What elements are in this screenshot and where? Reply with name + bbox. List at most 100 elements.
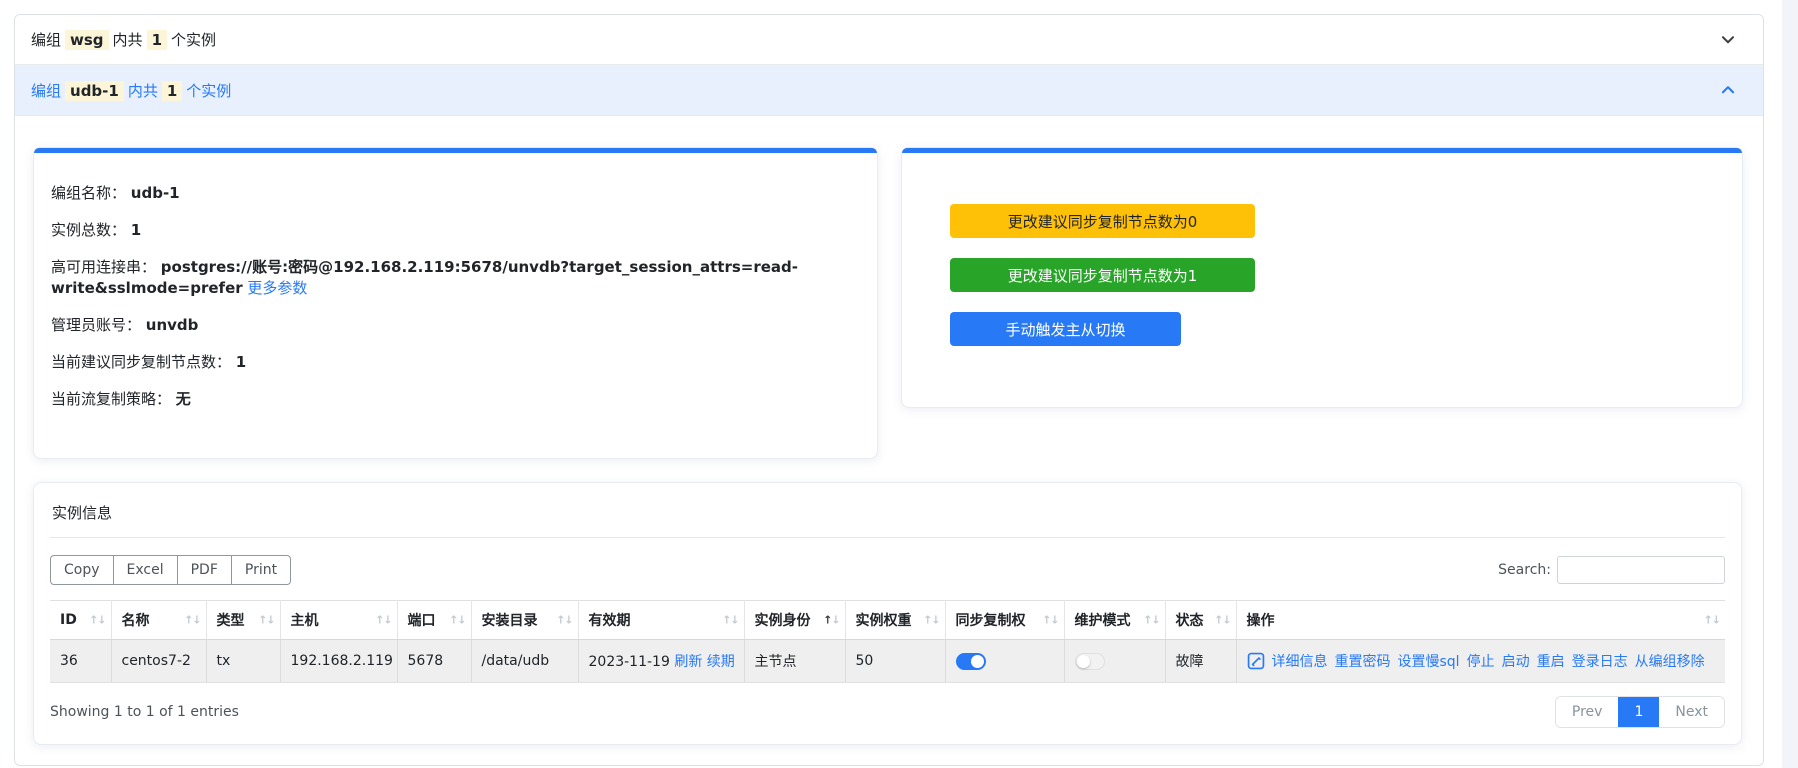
cell-role: 主节点 <box>744 639 846 683</box>
group-info-card: 编组名称： udb-1 实例总数： 1 高可用连接串： postgres://账… <box>33 147 878 459</box>
accordion-item-udb-1[interactable]: 编组 udb-1 内共 1 个实例 <box>15 65 1763 116</box>
group-name-highlight: udb-1 <box>65 80 124 101</box>
cell-install-dir: /data/udb <box>471 639 579 683</box>
accordion-item-wsg[interactable]: 编组 wsg 内共 1 个实例 <box>15 15 1763 65</box>
cell-host: 192.168.2.119 <box>280 639 398 683</box>
group-accordion: 编组 wsg 内共 1 个实例 编组 udb-1 内共 1 个实例 编组名称： udb- <box>14 14 1764 766</box>
sort-arrows-icon[interactable]: ↑↓ <box>1042 614 1059 627</box>
sort-arrows-icon[interactable]: ↑↓ <box>556 614 573 627</box>
field-ha-connection-string: 高可用连接串： postgres://账号:密码@192.168.2.119:5… <box>51 257 855 299</box>
maintenance-mode-toggle[interactable] <box>1074 652 1105 670</box>
expiry-date: 2023-11-19 <box>588 654 670 670</box>
column-header[interactable]: 有效期 ↑↓ <box>578 600 745 640</box>
set-sync-nodes-1-button[interactable]: 更改建议同步复制节点数为1 <box>950 258 1255 292</box>
field-label: 管理员账号： <box>51 316 142 334</box>
column-header[interactable]: 操作 ↑↓ <box>1236 600 1725 640</box>
cell-weight: 50 <box>845 639 946 683</box>
refresh-link[interactable]: 刷新 <box>674 654 702 670</box>
column-header[interactable]: 维护模式 ↑↓ <box>1064 600 1166 640</box>
field-value: 1 <box>235 353 247 371</box>
cell-type: tx <box>206 639 281 683</box>
column-header[interactable]: ID ↑↓ <box>50 600 112 640</box>
row-action-link[interactable]: 停止 <box>1467 651 1495 671</box>
instance-info-title: 实例信息 <box>52 504 113 522</box>
cell-actions: 详细信息 重置密码 设置慢sql 停止 启动 重启 登录日志 从编组移除 <box>1236 639 1725 683</box>
sort-arrows-icon[interactable]: ↑↓ <box>89 614 106 627</box>
search-input[interactable] <box>1557 556 1725 584</box>
column-header[interactable]: 实例权重 ↑↓ <box>845 600 946 640</box>
excel-button[interactable]: Excel <box>112 555 178 585</box>
manual-failover-button[interactable]: 手动触发主从切换 <box>950 312 1181 346</box>
group-middle-label: 内共 <box>127 81 158 100</box>
group-middle-label: 内共 <box>112 31 143 49</box>
table-row: 36 centos7-2 tx 192.168.2.119 5678 /data… <box>50 639 1725 683</box>
set-sync-nodes-0-button[interactable]: 更改建议同步复制节点数为0 <box>950 204 1255 238</box>
row-action-link[interactable]: 详细信息 <box>1272 651 1328 671</box>
row-action-link[interactable]: 启动 <box>1502 651 1530 671</box>
sort-arrows-icon[interactable]: ↑↓ <box>375 614 392 627</box>
row-action-link[interactable]: 登录日志 <box>1572 651 1628 671</box>
search-label: Search: <box>1498 562 1551 578</box>
field-stream-replication-policy: 当前流复制策略： 无 <box>51 389 855 410</box>
column-header[interactable]: 类型 ↑↓ <box>206 600 281 640</box>
column-header[interactable]: 实例身份 ↑↓ <box>744 600 846 640</box>
cell-port: 5678 <box>397 639 472 683</box>
field-value: unvdb <box>145 316 199 334</box>
field-value: 1 <box>130 221 142 239</box>
divider <box>50 537 1725 538</box>
group-name-highlight: wsg <box>65 30 109 50</box>
row-action-link[interactable]: 设置慢sql <box>1398 651 1460 671</box>
edit-icon[interactable] <box>1247 652 1265 670</box>
cell-id: 36 <box>50 639 112 683</box>
group-suffix-label: 个实例 <box>171 31 217 49</box>
field-label: 当前流复制策略： <box>51 390 172 408</box>
field-group-name: 编组名称： udb-1 <box>51 183 855 204</box>
row-action-link[interactable]: 重置密码 <box>1335 651 1391 671</box>
column-header[interactable]: 状态 ↑↓ <box>1165 600 1237 640</box>
copy-button[interactable]: Copy <box>50 555 114 585</box>
page-1-button[interactable]: 1 <box>1618 697 1660 727</box>
column-header[interactable]: 主机 ↑↓ <box>280 600 398 640</box>
sort-arrows-icon[interactable]: ↑↓ <box>1704 614 1721 627</box>
sort-arrows-icon[interactable]: ↑↓ <box>722 614 739 627</box>
table-header-row: ID ↑↓ 名称 ↑↓ 类型 ↑↓ 主机 ↑↓ 端口 ↑↓ 安装目录 ↑↓ 有效… <box>50 600 1725 640</box>
instances-table: ID ↑↓ 名称 ↑↓ 类型 ↑↓ 主机 ↑↓ 端口 ↑↓ 安装目录 ↑↓ 有效… <box>50 600 1725 683</box>
chevron-up-icon[interactable] <box>1719 81 1737 99</box>
sort-arrows-icon[interactable]: ↑↓ <box>1214 614 1231 627</box>
accordion-title-udb-1: 编组 udb-1 内共 1 个实例 <box>31 80 235 101</box>
sort-arrows-icon[interactable]: ↑↓ <box>184 614 201 627</box>
renew-link[interactable]: 续期 <box>707 654 735 670</box>
group-count-highlight: 1 <box>146 30 167 50</box>
chevron-down-icon[interactable] <box>1719 31 1737 49</box>
field-label: 编组名称： <box>51 184 127 202</box>
group-suffix-label: 个实例 <box>186 81 232 100</box>
print-button[interactable]: Print <box>230 555 292 585</box>
group-actions-card: 更改建议同步复制节点数为0 更改建议同步复制节点数为1 手动触发主从切换 <box>901 147 1743 408</box>
row-action-link[interactable]: 重启 <box>1537 651 1565 671</box>
field-admin-account: 管理员账号： unvdb <box>51 315 855 336</box>
sync-replication-toggle[interactable] <box>955 652 986 670</box>
sort-arrows-icon[interactable]: ↑↓ <box>258 614 275 627</box>
field-label: 当前建议同步复制节点数： <box>51 353 232 371</box>
sort-arrows-icon[interactable]: ↑↓ <box>1143 614 1160 627</box>
showing-entries-text: Showing 1 to 1 of 1 entries <box>50 704 239 720</box>
page: 编组 wsg 内共 1 个实例 编组 udb-1 内共 1 个实例 编组名称： udb- <box>0 0 1798 768</box>
more-params-link[interactable]: 更多参数 <box>247 279 307 297</box>
column-header[interactable]: 端口 ↑↓ <box>397 600 472 640</box>
sort-arrows-icon[interactable]: ↑↓ <box>449 614 466 627</box>
field-value: udb-1 <box>130 184 180 202</box>
next-page-button[interactable]: Next <box>1659 697 1724 727</box>
prev-page-button[interactable]: Prev <box>1555 697 1619 727</box>
column-header[interactable]: 名称 ↑↓ <box>111 600 207 640</box>
page-background-strip <box>1782 0 1798 768</box>
field-value: postgres://账号:密码@192.168.2.119:5678/unvd… <box>51 258 798 297</box>
accordion-title-wsg: 编组 wsg 内共 1 个实例 <box>31 29 220 50</box>
column-header[interactable]: 安装目录 ↑↓ <box>471 600 579 640</box>
table-search: Search: <box>1498 556 1725 584</box>
pdf-button[interactable]: PDF <box>176 555 232 585</box>
instance-info-card: 实例信息 Copy Excel PDF Print Search: ID ↑↓ … <box>33 482 1742 745</box>
row-action-link[interactable]: 从编组移除 <box>1635 651 1705 671</box>
sort-arrows-icon[interactable]: ↑↓ <box>923 614 940 627</box>
column-header[interactable]: 同步复制权 ↑↓ <box>945 600 1065 640</box>
sort-arrows-icon[interactable]: ↑↓ <box>823 614 840 627</box>
